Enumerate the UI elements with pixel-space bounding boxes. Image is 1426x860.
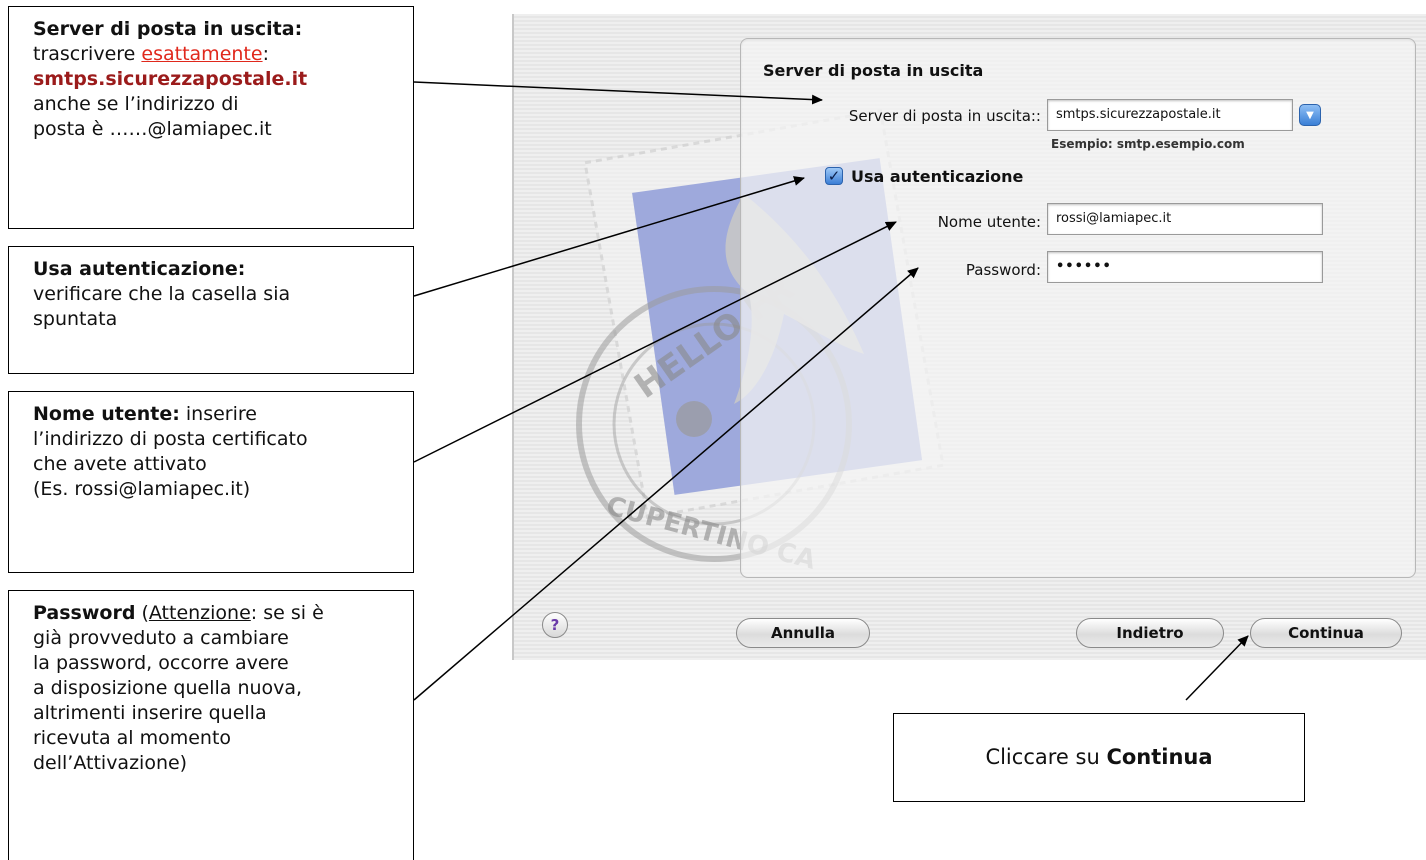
outgoing-server-dropdown-button[interactable]: ▼ <box>1299 104 1321 126</box>
note-use-auth: Usa autenticazione: verificare che la ca… <box>8 246 414 374</box>
note-username-title: Nome utente <box>33 403 173 425</box>
note-outgoing-server-title: Server di posta in uscita <box>33 18 295 40</box>
mail-setup-window: HELLO FR CUPERTINO CA Server di posta in… <box>512 14 1426 660</box>
note-text: ( <box>135 602 149 624</box>
note-text: a disposizione quella nuova, <box>33 677 303 699</box>
note-text: spuntata <box>33 308 118 330</box>
continue-button[interactable]: Continua <box>1250 618 1402 648</box>
note-click-continue: Cliccare su Continua <box>893 713 1305 802</box>
note-text: inserire <box>179 403 257 425</box>
username-field[interactable]: rossi@lamiapec.it <box>1047 203 1323 235</box>
outgoing-server-label: Server di posta in uscita:: <box>848 107 1041 125</box>
note-smtp-host: smtps.sicurezzapostale.it <box>33 68 308 90</box>
note-password-title: Password <box>33 602 136 624</box>
chevron-down-icon: ▼ <box>1306 109 1314 121</box>
note-text: già provveduto a cambiare <box>33 627 289 649</box>
note-text: Cliccare su <box>985 745 1100 769</box>
note-text: verificare che la casella sia <box>33 283 291 305</box>
note-use-auth-title: Usa autenticazione <box>33 258 238 280</box>
password-field[interactable]: •••••• <box>1047 251 1323 283</box>
note-text: : <box>262 43 269 65</box>
apple-logo-icon <box>676 401 712 437</box>
note-text: dell’Attivazione) <box>33 752 188 774</box>
back-button[interactable]: Indietro <box>1076 618 1224 648</box>
note-text: trascrivere <box>33 43 142 65</box>
note-emphasis-link: esattamente <box>141 43 263 65</box>
outgoing-server-panel: Server di posta in uscita Server di post… <box>740 38 1416 578</box>
note-username: Nome utente: inserire l’indirizzo di pos… <box>8 391 414 573</box>
note-text: la password, occorre avere <box>33 652 289 674</box>
note-password: Password (Attenzione: se si è già provve… <box>8 590 414 860</box>
use-auth-label[interactable]: Usa autenticazione <box>851 167 1023 186</box>
help-button[interactable]: ? <box>542 612 568 638</box>
password-label: Password: <box>965 261 1041 279</box>
example-hint: Esempio: smtp.esempio.com <box>1051 137 1245 151</box>
help-icon: ? <box>550 616 560 634</box>
panel-title: Server di posta in uscita <box>763 61 984 80</box>
note-text: posta è ……@lamiapec.it <box>33 118 272 140</box>
note-outgoing-server: Server di posta in uscita: trascrivere e… <box>8 6 414 229</box>
note-text: altrimenti inserire quella <box>33 702 267 724</box>
note-text: : se si è <box>250 602 324 624</box>
outgoing-server-field[interactable]: smtps.sicurezzapostale.it <box>1047 99 1293 131</box>
note-text: anche se l’indirizzo di <box>33 93 239 115</box>
username-label: Nome utente: <box>937 213 1041 231</box>
use-auth-checkbox[interactable]: ✓ <box>825 167 843 185</box>
note-text: ricevuta al momento <box>33 727 232 749</box>
note-attention: Attenzione <box>148 602 251 624</box>
note-text: l’indirizzo di posta certificato <box>33 428 308 450</box>
note-text: (Es. rossi@lamiapec.it) <box>33 478 251 500</box>
cancel-button[interactable]: Annulla <box>736 618 870 648</box>
checkmark-icon: ✓ <box>827 167 841 185</box>
note-text: che avete attivato <box>33 453 207 475</box>
note-continue-word: Continua <box>1106 745 1213 769</box>
